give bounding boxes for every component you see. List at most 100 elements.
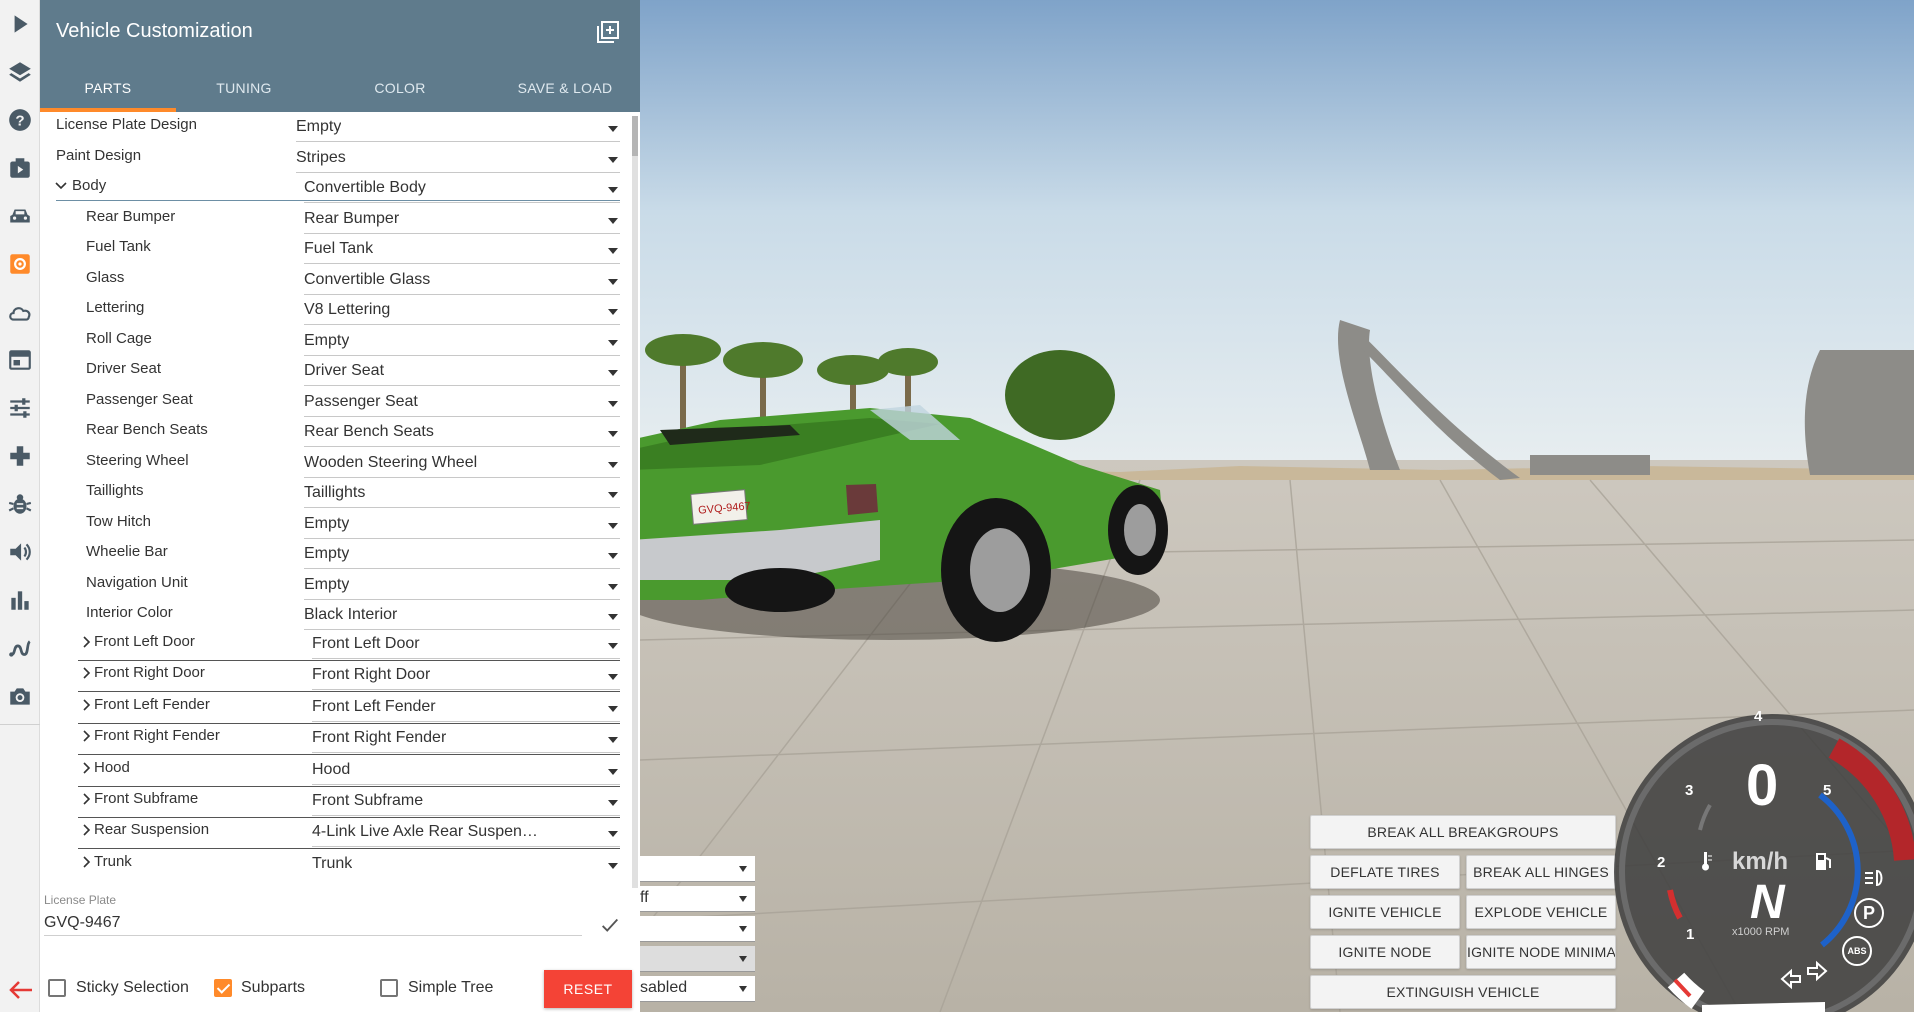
- sticky-selection-label: Sticky Selection: [76, 979, 189, 996]
- part-row: Taillights Taillights: [40, 478, 620, 508]
- turn-signal-right-icon: [1807, 960, 1828, 982]
- part-select[interactable]: Front Left Door: [312, 635, 620, 659]
- part-select[interactable]: Front Left Fender: [312, 698, 620, 722]
- chevron-right-icon[interactable]: [80, 823, 94, 837]
- checkmark-icon[interactable]: [599, 914, 621, 936]
- part-label: Tow Hitch: [86, 512, 152, 530]
- camera-icon[interactable]: [0, 676, 40, 716]
- part-select[interactable]: Rear Bumper: [304, 210, 620, 234]
- dropdown-arrow-icon: [608, 431, 618, 437]
- part-label: Front Left Door: [94, 633, 195, 650]
- part-select[interactable]: Front Right Fender: [312, 729, 620, 754]
- dropdown-arrow-icon: [608, 156, 618, 163]
- path-icon[interactable]: [0, 628, 40, 668]
- back-arrow-icon[interactable]: [8, 978, 34, 1002]
- sticky-selection-checkbox[interactable]: [48, 979, 66, 997]
- tab-tuning[interactable]: TUNING: [176, 80, 312, 112]
- controller-icon[interactable]: [0, 436, 40, 476]
- background-select-1[interactable]: [640, 856, 755, 882]
- explode-vehicle-button[interactable]: EXPLODE VEHICLE: [1466, 895, 1616, 929]
- deflate-tires-button[interactable]: DEFLATE TIRES: [1310, 855, 1460, 889]
- chevron-right-icon[interactable]: [80, 855, 94, 869]
- license-plate-input[interactable]: [44, 910, 582, 936]
- dropdown-arrow-icon: [608, 737, 618, 744]
- part-label: Steering Wheel: [86, 451, 189, 469]
- part-select[interactable]: Empty: [304, 515, 620, 539]
- simple-tree-checkbox[interactable]: [380, 979, 398, 997]
- parts-scrollbar[interactable]: [632, 116, 638, 888]
- add-window-icon[interactable]: [596, 20, 620, 44]
- part-select[interactable]: Trunk: [312, 855, 620, 874]
- simple-tree-label: Simple Tree: [408, 979, 494, 996]
- vehicle-icon[interactable]: [0, 196, 40, 236]
- part-select[interactable]: Front Subframe: [312, 792, 620, 816]
- sliders-icon[interactable]: [0, 388, 40, 428]
- dropdown-arrow-icon: [608, 614, 618, 620]
- part-select[interactable]: Taillights: [304, 484, 620, 508]
- tab-save-load[interactable]: SAVE & LOAD: [500, 80, 630, 112]
- chevron-right-icon[interactable]: [80, 792, 94, 806]
- gauge-tick-2: 2: [1657, 854, 1666, 871]
- chevron-right-icon[interactable]: [80, 635, 94, 649]
- part-select[interactable]: Empty: [304, 545, 620, 569]
- speed-unit: km/h: [1732, 848, 1789, 875]
- background-select-2[interactable]: ff: [640, 886, 755, 912]
- reset-button[interactable]: RESET: [544, 970, 632, 1008]
- chevron-right-icon[interactable]: [80, 666, 94, 680]
- bug-icon[interactable]: [0, 484, 40, 524]
- layers-icon[interactable]: [0, 52, 40, 92]
- dropdown-arrow-icon: [608, 522, 618, 529]
- background-select-4[interactable]: [640, 946, 755, 972]
- background-select-2-value: ff: [640, 889, 649, 906]
- part-select[interactable]: Black Interior: [304, 606, 620, 630]
- part-label: Body: [72, 177, 107, 194]
- dropdown-arrow-icon: [608, 248, 618, 254]
- ignite-node-minimal-button[interactable]: IGNITE NODE MINIMAL: [1466, 935, 1616, 969]
- parts-scrollbar-thumb[interactable]: [632, 116, 638, 156]
- chevron-right-icon[interactable]: [80, 761, 94, 775]
- subparts-checkbox[interactable]: [214, 979, 232, 997]
- chevron-right-icon[interactable]: [80, 698, 94, 712]
- part-row: License Plate Design Empty: [40, 112, 620, 142]
- license-plate-label: License Plate: [44, 893, 117, 907]
- part-select-value: Black Interior: [304, 606, 398, 623]
- background-select-3[interactable]: [640, 916, 755, 942]
- part-select[interactable]: Fuel Tank: [304, 240, 620, 264]
- window-icon[interactable]: [0, 340, 40, 380]
- dropdown-arrow-icon: [608, 278, 618, 285]
- ignite-vehicle-button[interactable]: IGNITE VEHICLE: [1310, 895, 1460, 929]
- part-select[interactable]: Passenger Seat: [304, 393, 620, 417]
- part-select[interactable]: Convertible Glass: [304, 271, 620, 295]
- extinguish-vehicle-button[interactable]: EXTINGUISH VEHICLE: [1310, 975, 1616, 1009]
- parking-brake-indicator: P: [1854, 898, 1884, 928]
- ignite-node-button[interactable]: IGNITE NODE: [1310, 935, 1460, 969]
- customization-icon[interactable]: [0, 244, 40, 284]
- part-select[interactable]: Hood: [312, 761, 620, 785]
- audio-icon[interactable]: [0, 532, 40, 572]
- part-select[interactable]: Front Right Door: [312, 666, 620, 691]
- chevron-down-icon[interactable]: [54, 179, 68, 193]
- parts-tree: License Plate Design Empty Paint Design Str…: [40, 112, 640, 874]
- part-select[interactable]: Rear Bench Seats: [304, 423, 620, 447]
- cloud-icon[interactable]: [0, 292, 40, 332]
- part-select[interactable]: Wooden Steering Wheel: [304, 454, 620, 478]
- part-select[interactable]: Driver Seat: [304, 362, 620, 386]
- part-select-value: Rear Bumper: [304, 209, 400, 227]
- play-icon[interactable]: [0, 4, 40, 44]
- panel-title: Vehicle Customization: [56, 20, 253, 42]
- chart-icon[interactable]: [0, 580, 40, 620]
- part-select[interactable]: Empty: [304, 332, 620, 356]
- break-all-hinges-button[interactable]: BREAK ALL HINGES: [1466, 855, 1616, 889]
- chevron-right-icon[interactable]: [80, 729, 94, 743]
- part-select[interactable]: V8 Lettering: [304, 301, 620, 325]
- background-select-5[interactable]: sabled: [640, 976, 755, 1002]
- part-select[interactable]: 4-Link Live Axle Rear Suspension: [312, 823, 620, 848]
- tab-color[interactable]: COLOR: [350, 80, 450, 112]
- part-select[interactable]: Stripes: [296, 149, 620, 173]
- help-icon[interactable]: ?: [0, 100, 40, 140]
- scenario-icon[interactable]: [0, 148, 40, 188]
- break-all-breakgroups-button[interactable]: BREAK ALL BREAKGROUPS: [1310, 815, 1616, 849]
- dropdown-arrow-icon: [608, 400, 618, 407]
- part-select[interactable]: Empty: [296, 118, 620, 142]
- part-select[interactable]: Empty: [304, 576, 620, 600]
